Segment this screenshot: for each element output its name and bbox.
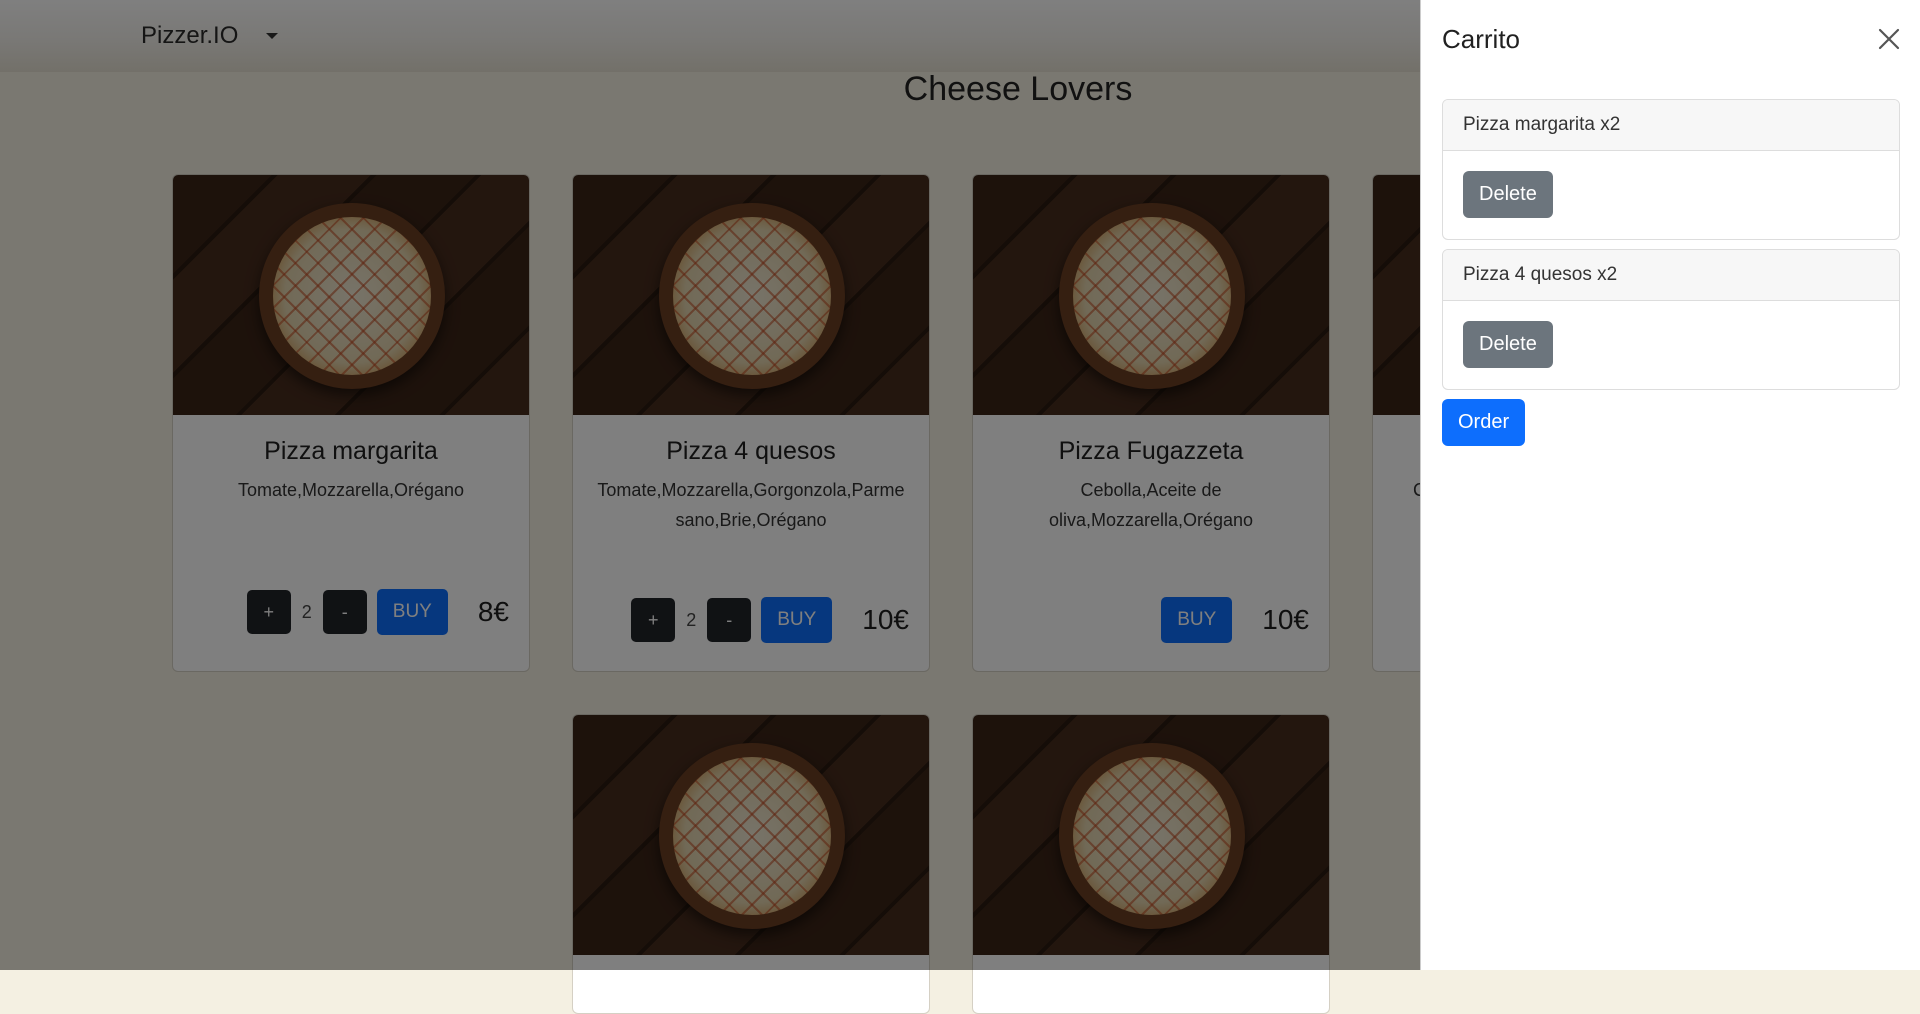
cart-panel: Carrito Pizza margarita x2 Delete Pizza …: [1420, 0, 1920, 970]
order-button[interactable]: Order: [1442, 399, 1526, 446]
close-icon[interactable]: [1874, 24, 1904, 54]
cart-item: Pizza margarita x2 Delete: [1442, 99, 1900, 240]
cart-item-label: Pizza margarita x2: [1443, 100, 1899, 151]
delete-button[interactable]: Delete: [1463, 171, 1553, 218]
cart-title: Carrito: [1442, 24, 1521, 54]
delete-button[interactable]: Delete: [1463, 321, 1553, 368]
cart-item: Pizza 4 quesos x2 Delete: [1442, 249, 1900, 390]
cart-item-label: Pizza 4 quesos x2: [1443, 250, 1899, 301]
